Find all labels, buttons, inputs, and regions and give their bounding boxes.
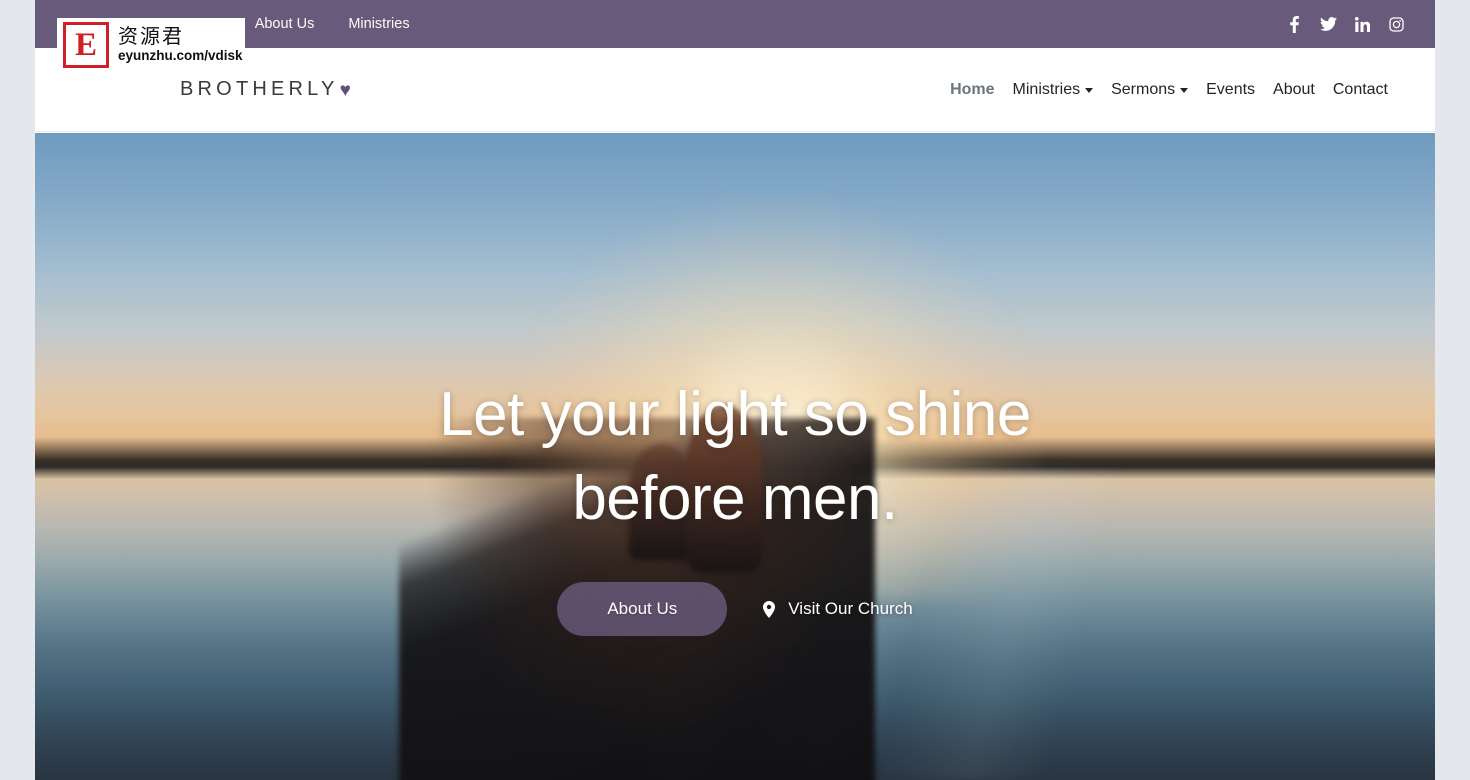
nav-item-events-label: Events: [1206, 80, 1256, 98]
facebook-icon[interactable]: [1277, 0, 1311, 48]
map-pin-icon: [763, 600, 776, 618]
heart-icon: ♥: [339, 80, 351, 101]
linkedin-icon[interactable]: [1345, 0, 1379, 48]
site-header: BROTHERLY ♥ Home Ministries Sermons Even…: [35, 48, 1435, 132]
nav-item-events[interactable]: Events: [1197, 81, 1264, 99]
hero-content: Let your light so shine before men. Abou…: [35, 133, 1435, 780]
hero-actions: About Us Visit Our Church: [557, 582, 913, 637]
visit-our-church-link[interactable]: Visit Our Church: [763, 599, 913, 619]
nav-item-ministries[interactable]: Ministries: [1004, 81, 1103, 99]
nav-item-sermons[interactable]: Sermons: [1102, 81, 1197, 99]
watermark-text: 资源君 eyunzhu.com/vdisk: [118, 23, 243, 64]
nav-item-contact[interactable]: Contact: [1324, 81, 1397, 99]
nav-item-home[interactable]: Home: [941, 81, 1003, 99]
nav-item-home-label: Home: [950, 80, 995, 98]
watermark-url: eyunzhu.com/vdisk: [118, 47, 243, 63]
twitter-icon[interactable]: [1311, 0, 1345, 48]
brand-logo[interactable]: BROTHERLY ♥: [180, 78, 351, 101]
chevron-down-icon: [1180, 88, 1189, 93]
hero-title-line-2: before men.: [572, 463, 898, 533]
topbar-link-ministries[interactable]: Ministries: [331, 0, 426, 48]
nav-item-about-label: About: [1273, 80, 1315, 98]
instagram-icon[interactable]: [1379, 0, 1413, 48]
chevron-down-icon: [1085, 88, 1094, 93]
hero-title-line-1: Let your light so shine: [439, 380, 1031, 449]
nav-item-sermons-label: Sermons: [1111, 80, 1176, 98]
nav-item-contact-label: Contact: [1332, 80, 1388, 98]
watermark-overlay: E 资源君 eyunzhu.com/vdisk: [57, 18, 245, 72]
social-links: [1277, 0, 1413, 48]
top-utility-bar: Home About Us Ministries: [35, 0, 1435, 48]
hero-title: Let your light so shine before men.: [439, 373, 1031, 540]
about-us-button[interactable]: About Us: [557, 582, 728, 637]
nav-item-ministries-label: Ministries: [1012, 80, 1081, 98]
hero-banner: Let your light so shine before men. Abou…: [35, 133, 1435, 780]
topbar-link-about-us[interactable]: About Us: [238, 0, 332, 48]
watermark-cn-text: 资源君: [118, 23, 184, 48]
watermark-logo-icon: E: [63, 22, 109, 68]
main-navigation: Home Ministries Sermons Events About Con…: [941, 81, 1397, 99]
brand-name: BROTHERLY: [180, 78, 339, 100]
visit-our-church-label: Visit Our Church: [788, 599, 913, 619]
browser-page: Home About Us Ministries BROTHERLY ♥: [35, 0, 1435, 780]
watermark-logo-letter: E: [66, 25, 106, 65]
nav-item-about[interactable]: About: [1264, 81, 1324, 99]
